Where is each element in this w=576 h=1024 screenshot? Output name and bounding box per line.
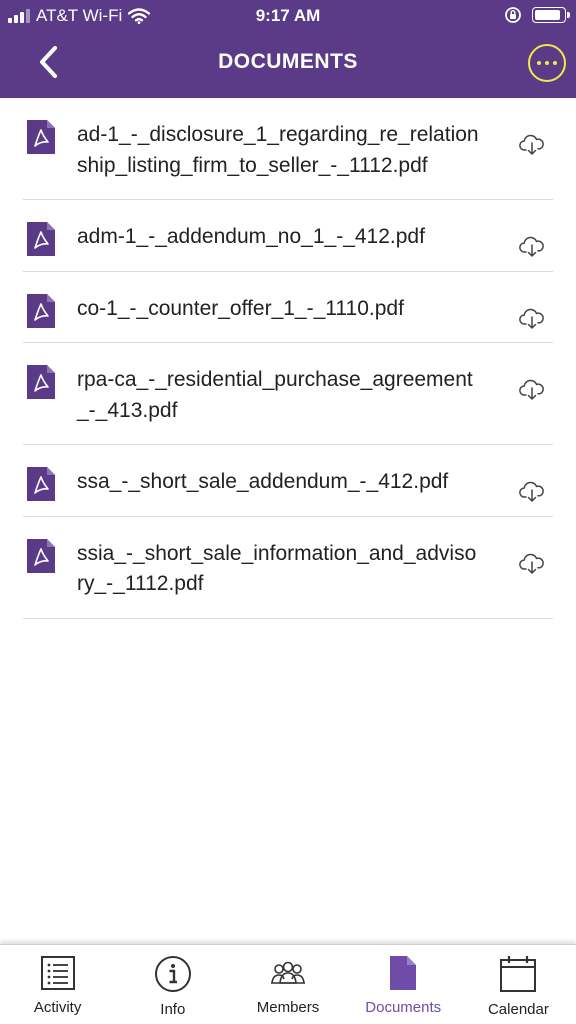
document-row[interactable]: co-1_-_counter_offer_1_-_1110.pdf	[23, 272, 553, 343]
pdf-file-icon	[27, 222, 55, 256]
cloud-download-icon[interactable]	[519, 308, 545, 330]
pdf-file-icon	[27, 467, 55, 501]
cloud-download-icon[interactable]	[519, 236, 545, 258]
cloud-download-icon[interactable]	[519, 134, 545, 156]
document-name: rpa-ca_-_residential_purchase_agreement_…	[77, 368, 473, 422]
pdf-file-icon	[27, 293, 55, 328]
cloud-download-icon[interactable]	[519, 481, 545, 503]
tab-calendar[interactable]: Calendar	[461, 945, 576, 1024]
tab-documents[interactable]: Documents	[346, 945, 461, 1024]
ellipsis-circle-icon	[537, 61, 541, 65]
document-row[interactable]: adm-1_-_addendum_no_1_-_412.pdf	[23, 200, 553, 272]
cloud-download-icon[interactable]	[519, 553, 545, 575]
document-name: ad-1_-_disclosure_1_regarding_re_relatio…	[77, 123, 479, 177]
more-options-button[interactable]	[528, 44, 566, 82]
document-row[interactable]: ssia_-_short_sale_information_and_adviso…	[23, 517, 553, 619]
document-name: co-1_-_counter_offer_1_-_1110.pdf	[77, 296, 404, 320]
battery-icon	[532, 7, 570, 23]
tab-label: Activity	[33, 999, 82, 1016]
tab-label: Members	[256, 999, 320, 1016]
tab-activity[interactable]: Activity	[0, 945, 115, 1024]
tab-info[interactable]: Info	[115, 945, 230, 1024]
list-icon	[40, 956, 75, 990]
calendar-icon	[500, 956, 537, 992]
tab-bar: Activity Info Members Documents Calendar	[0, 944, 576, 1024]
document-row[interactable]: ssa_-_short_sale_addendum_-_412.pdf	[23, 445, 553, 517]
tab-members[interactable]: Members	[230, 945, 345, 1024]
tab-label: Calendar	[487, 1001, 549, 1018]
tab-label: Documents	[365, 999, 442, 1016]
app-header: AT&T Wi-Fi 9:17 AM DOCUMENTS	[0, 0, 576, 98]
document-icon	[390, 956, 417, 990]
document-name: ssa_-_short_sale_addendum_-_412.pdf	[77, 470, 449, 493]
document-name: ssia_-_short_sale_information_and_adviso…	[77, 541, 477, 596]
info-icon	[154, 956, 191, 992]
pdf-file-icon	[27, 365, 55, 399]
document-row[interactable]: rpa-ca_-_residential_purchase_agreement_…	[23, 343, 553, 445]
orientation-lock-icon	[505, 7, 521, 23]
status-time: 9:17 AM	[255, 6, 321, 25]
status-right	[504, 6, 570, 24]
document-list: ad-1_-_disclosure_1_regarding_re_relatio…	[0, 98, 576, 619]
document-row[interactable]: ad-1_-_disclosure_1_regarding_re_relatio…	[23, 98, 553, 200]
members-icon	[271, 961, 305, 984]
page-title: DOCUMENTS	[218, 50, 358, 73]
cloud-download-icon[interactable]	[519, 379, 545, 401]
tab-label: Info	[160, 1001, 186, 1018]
document-name: adm-1_-_addendum_no_1_-_412.pdf	[77, 225, 425, 248]
status-bar: AT&T Wi-Fi 9:17 AM	[0, 0, 576, 34]
pdf-file-icon	[27, 120, 55, 154]
pdf-file-icon	[27, 538, 55, 573]
